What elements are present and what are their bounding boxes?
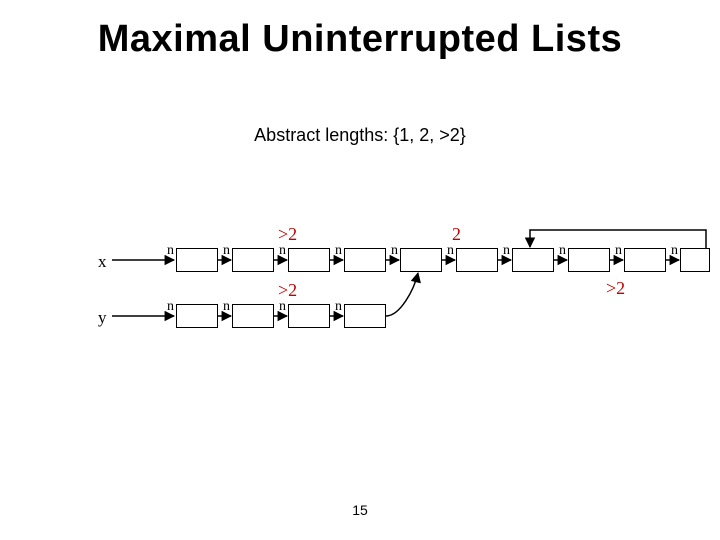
list-node (176, 304, 218, 328)
var-x: x (98, 252, 107, 272)
edge-label-n: n (671, 243, 678, 259)
list-node (624, 248, 666, 272)
edge-label-n: n (223, 299, 230, 315)
list-node (176, 248, 218, 272)
edge-label-n: n (167, 299, 174, 315)
seg-x2-label: 2 (452, 224, 461, 245)
edge-label-n: n (167, 243, 174, 259)
list-node (232, 304, 274, 328)
edge-label-n: n (391, 243, 398, 259)
list-node (344, 304, 386, 328)
edge-label-n: n (503, 243, 510, 259)
edge-label-n: n (335, 243, 342, 259)
list-node (288, 248, 330, 272)
edge-label-n: n (447, 243, 454, 259)
seg-x3-label: >2 (606, 278, 625, 299)
list-node (512, 248, 554, 272)
edge-label-n: n (223, 243, 230, 259)
list-node (288, 304, 330, 328)
edge-label-n: n (559, 243, 566, 259)
list-node (344, 248, 386, 272)
seg-x1-label: >2 (278, 224, 297, 245)
list-node (456, 248, 498, 272)
edge-label-n: n (335, 299, 342, 315)
var-y: y (98, 308, 107, 328)
list-node (680, 248, 710, 272)
edge-label-n: n (279, 299, 286, 315)
list-node (232, 248, 274, 272)
edge-label-n: n (615, 243, 622, 259)
diagram: x y >2 2 >2 >2 n n n n n n n n n n n (0, 0, 720, 540)
list-node (568, 248, 610, 272)
list-node (400, 248, 442, 272)
edge-label-n: n (279, 243, 286, 259)
seg-y1-label: >2 (278, 280, 297, 301)
